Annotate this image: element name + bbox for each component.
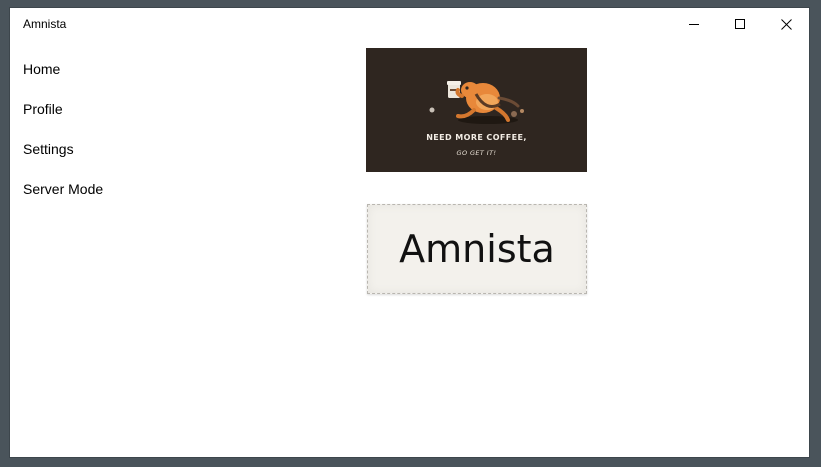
- close-button[interactable]: [763, 8, 809, 40]
- close-icon: [780, 18, 792, 30]
- window-title: Amnista: [23, 17, 67, 31]
- nav-item-server-mode[interactable]: Server Mode: [23, 169, 243, 209]
- nav-item-label: Home: [23, 61, 61, 77]
- banner-subline: GO GET IT!: [456, 149, 497, 157]
- maximize-icon: [735, 19, 745, 29]
- maximize-button[interactable]: [717, 8, 763, 40]
- nav-item-settings[interactable]: Settings: [23, 129, 243, 169]
- app-window: Amnista Home Profile Settings Server Mod…: [10, 8, 809, 457]
- banner-headline: NEED MORE COFFEE,: [426, 133, 527, 142]
- minimize-icon: [689, 19, 699, 29]
- coffee-banner-image: NEED MORE COFFEE, GO GET IT!: [366, 48, 587, 172]
- nav-pane: Home Profile Settings Server Mode: [10, 40, 250, 457]
- nav-item-label: Server Mode: [23, 181, 104, 197]
- nav-item-label: Settings: [23, 141, 74, 157]
- nav-item-label: Profile: [23, 101, 63, 117]
- minimize-button[interactable]: [671, 8, 717, 40]
- nav-item-home[interactable]: Home: [23, 49, 243, 89]
- title-bar[interactable]: Amnista: [10, 8, 809, 40]
- app-logo-card: Amnista: [367, 204, 587, 294]
- app-logo-text: Amnista: [399, 227, 555, 271]
- nav-item-profile[interactable]: Profile: [23, 89, 243, 129]
